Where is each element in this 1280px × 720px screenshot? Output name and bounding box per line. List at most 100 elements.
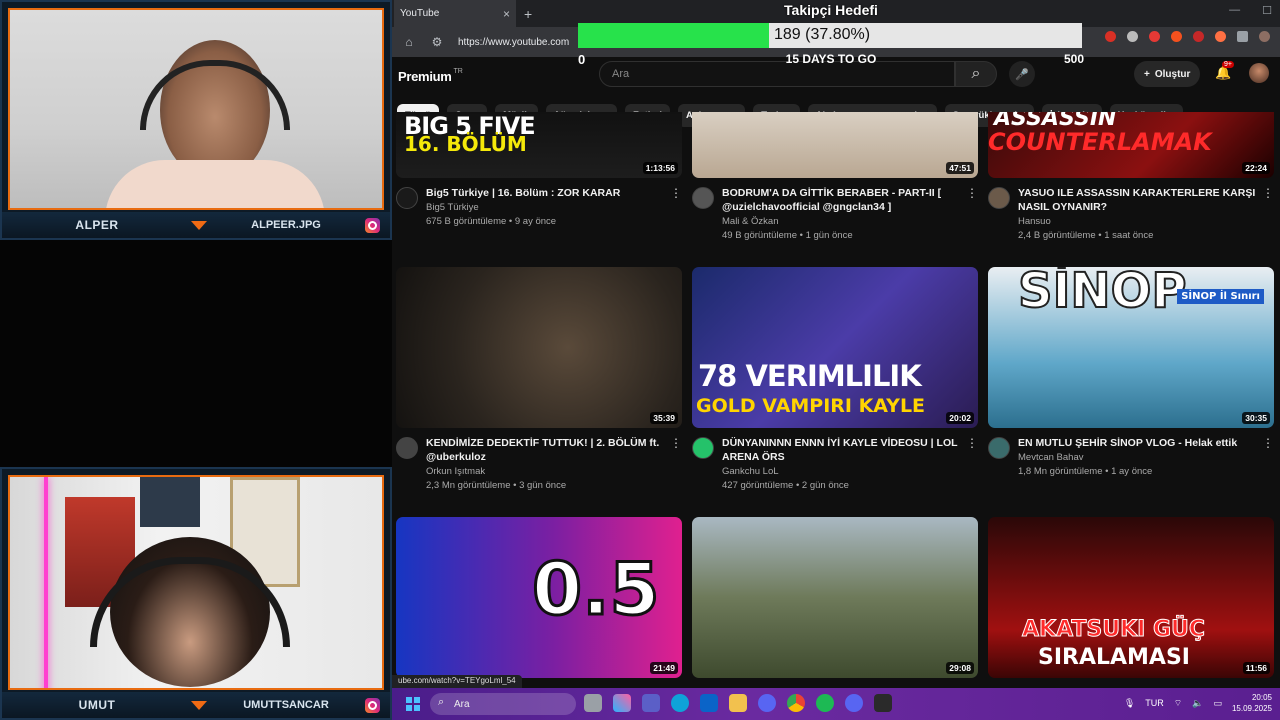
video-card[interactable]: SİNOP SİNOP İl Sınırı 30:35 EN MUTLU ŞEHİR … [988, 267, 1274, 498]
video-title[interactable]: KENDİMİZE DEDEKTİF TUTTUK! | 2. BÖLÜM ft… [426, 436, 664, 464]
app-icon[interactable] [874, 694, 892, 712]
maximize-icon[interactable]: ☐ [1262, 4, 1272, 17]
webcam-bottom-namebar: UMUT UMUTTSANCAR [2, 692, 390, 718]
video-title[interactable]: BODRUM'A DA GİTTİK BERABER - PART-II [ @… [722, 186, 960, 214]
follower-goal-overlay: Takipçi Hedefi 189 (37.80%) 0 15 DAYS TO… [578, 0, 1084, 68]
webcam-top-video [8, 8, 384, 210]
video-card[interactable]: ASSASSIN COUNTERLAMAK 22:24 YASUO ILE ASSAS… [988, 112, 1274, 248]
extension-icon[interactable] [1149, 31, 1160, 42]
more-options-icon[interactable]: ⋮ [1262, 186, 1274, 200]
video-thumbnail[interactable]: AKATSUKI GÜÇ SIRALAMASI 11:56 [988, 517, 1274, 678]
channel-avatar[interactable] [396, 187, 418, 209]
extension-icon[interactable] [1171, 31, 1182, 42]
webcam-top-namebar: ALPER ALPEER.JPG [2, 212, 390, 238]
spotify-icon[interactable] [816, 694, 834, 712]
explorer-icon[interactable] [729, 694, 747, 712]
goal-title: Takipçi Hedefi [784, 2, 878, 18]
extension-icon[interactable] [1105, 31, 1116, 42]
more-options-icon[interactable]: ⋮ [1262, 436, 1274, 450]
channel-name[interactable]: Orkun Işıtmak [426, 466, 664, 477]
more-options-icon[interactable]: ⋮ [966, 186, 978, 200]
chrome-icon[interactable] [787, 694, 805, 712]
extensions-row [1105, 31, 1270, 42]
more-options-icon[interactable]: ⋮ [670, 436, 682, 450]
webcam-bottom-video [8, 475, 384, 690]
video-card[interactable]: 47:51 BODRUM'A DA GİTTİK BERABER - PART-I… [692, 112, 978, 248]
video-card[interactable]: BIG 5 FIVE 16. BÖLÜM 1:13:56 Big5 Türkiye |… [396, 112, 682, 248]
arrow-down-icon [191, 700, 207, 710]
create-button[interactable]: + Oluştur [1134, 61, 1201, 87]
discord-icon[interactable] [845, 694, 863, 712]
close-icon[interactable]: × [503, 7, 510, 21]
thumbnail-text: AKATSUKI GÜÇ [1021, 617, 1206, 643]
video-duration: 47:51 [946, 162, 974, 174]
extension-icon[interactable] [1193, 31, 1204, 42]
video-thumbnail[interactable]: 78 VERIMLILIK GOLD VAMPIRI KAYLE 20:02 [692, 267, 978, 428]
video-title[interactable]: EN MUTLU ŞEHİR SİNOP VLOG - Helak ettik [1018, 436, 1256, 450]
instagram-handle: UMUTTSANCAR [243, 699, 329, 711]
video-title[interactable]: YASUO ILE ASSASSIN KARAKTERLERE KARŞI NA… [1018, 186, 1256, 214]
tab-youtube[interactable]: YouTube × [394, 0, 516, 27]
thumbnail-text: GOLD VAMPIRI KAYLE [696, 395, 926, 417]
video-thumbnail[interactable]: 35:39 [396, 267, 682, 428]
site-settings-icon[interactable]: ⚙ [430, 35, 444, 49]
task-view-icon[interactable] [584, 694, 602, 712]
taskbar-search[interactable]: ⌕ Ara [430, 693, 576, 715]
shield-icon[interactable] [1127, 31, 1138, 42]
volume-icon[interactable]: 🔈 [1192, 698, 1203, 709]
thumbnail-text: 78 VERIMLILIK [698, 359, 922, 393]
video-card[interactable]: 78 VERIMLILIK GOLD VAMPIRI KAYLE 20:02 DÜNY… [692, 267, 978, 498]
channel-avatar[interactable] [692, 187, 714, 209]
copilot-icon[interactable] [613, 694, 631, 712]
minimize-icon[interactable]: — [1229, 4, 1240, 17]
channel-avatar[interactable] [988, 437, 1010, 459]
more-options-icon[interactable]: ⋮ [670, 186, 682, 200]
screen: ALPER ALPEER.JPG UMUT UMUTTSANCAR YouTub… [0, 0, 1280, 720]
channel-name[interactable]: Mali & Özkan [722, 216, 960, 227]
windows-start-icon[interactable] [406, 697, 420, 711]
channel-avatar[interactable] [988, 187, 1010, 209]
video-card[interactable]: AKATSUKI GÜÇ SIRALAMASI 11:56 [988, 517, 1274, 678]
video-duration: 1:13:56 [642, 162, 678, 174]
new-tab-icon[interactable]: + [524, 6, 532, 22]
teams-icon[interactable] [642, 694, 660, 712]
channel-name[interactable]: Hansuo [1018, 216, 1256, 227]
youtube-logo[interactable]: Premium TR [398, 68, 463, 86]
video-card[interactable]: 29:08 [692, 517, 978, 678]
language-indicator[interactable]: TUR [1145, 698, 1164, 708]
extension-icon[interactable] [1215, 31, 1226, 42]
video-card[interactable]: 0.5 21:49 [396, 517, 682, 678]
video-thumbnail[interactable]: ASSASSIN COUNTERLAMAK 22:24 [988, 112, 1274, 178]
outlook-icon[interactable] [700, 694, 718, 712]
video-meta: YASUO ILE ASSASSIN KARAKTERLERE KARŞI NA… [988, 178, 1274, 248]
channel-name[interactable]: Mevtcan Bahav [1018, 452, 1256, 463]
webcam-bottom: UMUT UMUTTSANCAR [0, 467, 392, 720]
home-icon[interactable]: ⌂ [402, 35, 416, 49]
thumbnail-text: SİNOP [1017, 267, 1188, 320]
discord-icon[interactable] [758, 694, 776, 712]
goal-current: 189 (37.80%) [774, 26, 871, 43]
video-thumbnail[interactable]: SİNOP SİNOP İl Sınırı 30:35 [988, 267, 1274, 428]
battery-icon[interactable]: ▭ [1213, 698, 1222, 709]
channel-name[interactable]: Big5 Türkiye [426, 202, 664, 213]
video-title[interactable]: Big5 Türkiye | 16. Bölüm : ZOR KARAR [426, 186, 664, 200]
edge-icon[interactable] [671, 694, 689, 712]
video-title[interactable]: DÜNYANINNN ENNN İYİ KAYLE VİDEOSU | LOL … [722, 436, 960, 464]
profile-icon[interactable] [1259, 31, 1270, 42]
video-thumbnail[interactable]: 29:08 [692, 517, 978, 678]
channel-avatar[interactable] [692, 437, 714, 459]
video-meta: Big5 Türkiye | 16. Bölüm : ZOR KARAR Big5… [396, 178, 682, 248]
clock[interactable]: 20:05 15.09.2025 [1232, 692, 1272, 714]
video-thumbnail[interactable]: BIG 5 FIVE 16. BÖLÜM 1:13:56 [396, 112, 682, 178]
video-card[interactable]: 35:39 KENDİMİZE DEDEKTİF TUTTUK! | 2. BÖL… [396, 267, 682, 498]
more-options-icon[interactable]: ⋮ [966, 436, 978, 450]
avatar[interactable] [1249, 63, 1269, 83]
microphone-icon[interactable]: 🎙 [1124, 698, 1135, 709]
video-thumbnail[interactable]: 0.5 21:49 [396, 517, 682, 678]
video-thumbnail[interactable]: 47:51 [692, 112, 978, 178]
channel-avatar[interactable] [396, 437, 418, 459]
url-field[interactable]: https://www.youtube.com [458, 37, 569, 48]
wifi-icon[interactable]: ⌔ [1174, 698, 1182, 709]
channel-name[interactable]: Gankchu LoL [722, 466, 960, 477]
puzzle-icon[interactable] [1237, 31, 1248, 42]
